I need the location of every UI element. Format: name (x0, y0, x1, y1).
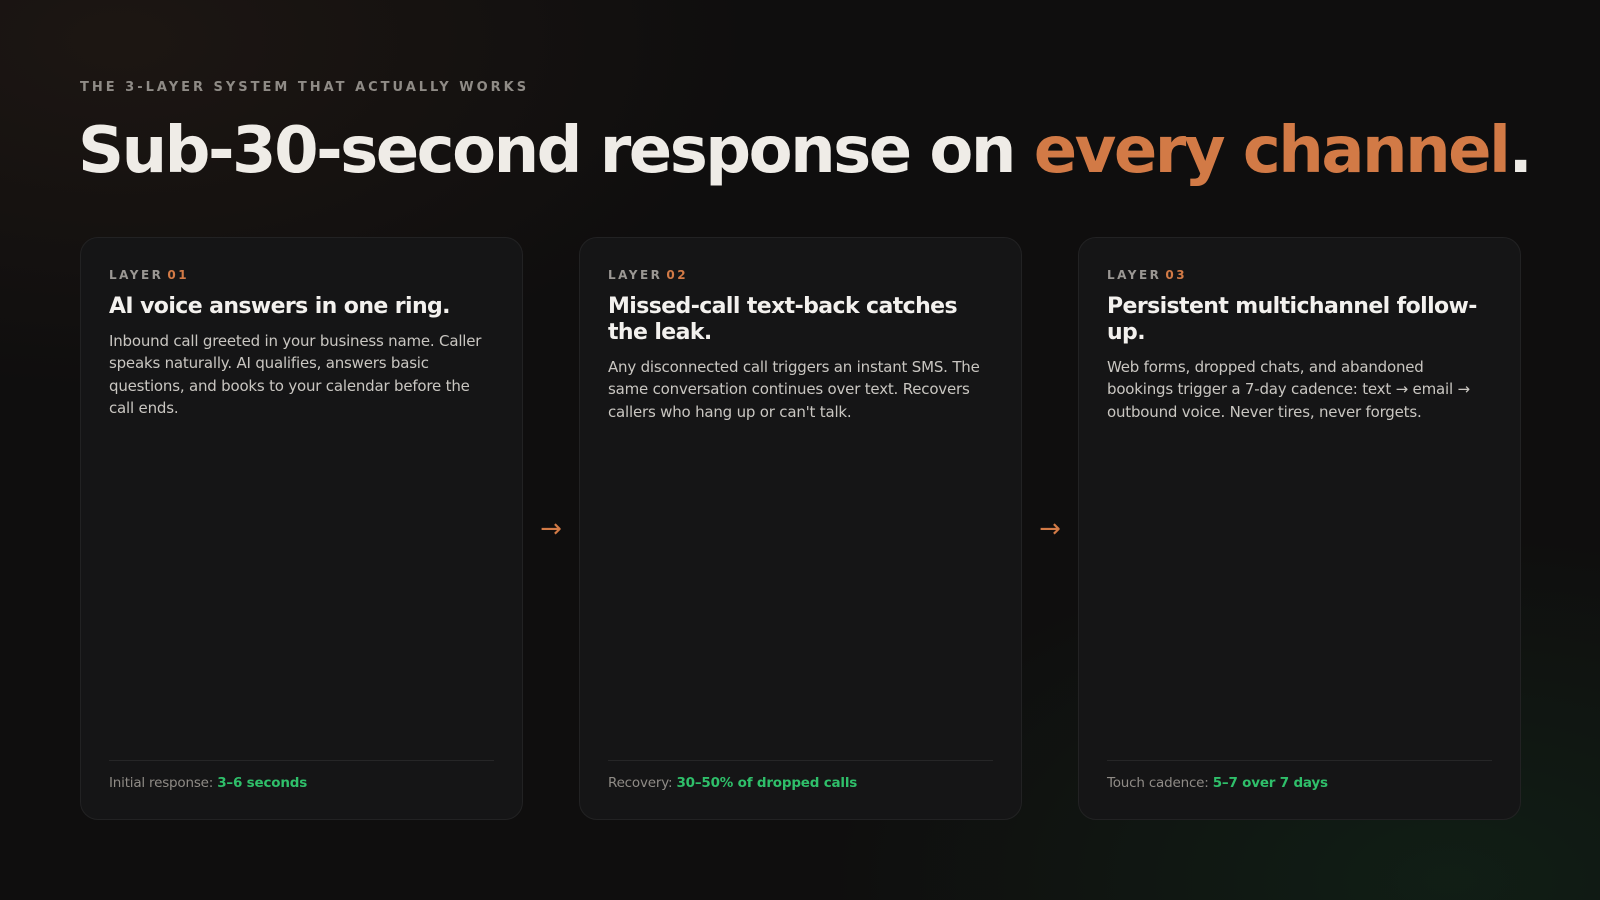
layer-label-text: LAYER (608, 268, 663, 282)
layer-card-2: LAYER 02 Missed-call text-back catches th… (579, 237, 1022, 820)
layer-card-3: LAYER 03 Persistent multichannel follow-u… (1078, 237, 1521, 820)
card-body: Any disconnected call triggers an instan… (608, 357, 980, 421)
card-body: Inbound call greeted in your business na… (109, 331, 482, 418)
card-title: Persistent multichannel follow-up. (1107, 294, 1477, 345)
card-footer: Recovery: 30–50% of dropped calls (608, 760, 993, 791)
card-title: AI voice answers in one ring. (109, 294, 451, 319)
layer-card-1: LAYER 01 AI voice answers in one ring. In… (80, 237, 523, 820)
footer-label: Initial response: (109, 775, 214, 791)
layer-number: 03 (1165, 268, 1188, 282)
card-title: Missed-call text-back catches the leak. (608, 294, 958, 345)
layer-label: LAYER 01 (109, 268, 494, 282)
layer-cards: LAYER 01 AI voice answers in one ring. In… (80, 237, 1521, 820)
layer-label: LAYER 02 (608, 268, 993, 282)
layer-number: 02 (666, 268, 689, 282)
footer-label: Recovery: (608, 775, 673, 791)
card-body: Web forms, dropped chats, and abandoned … (1107, 357, 1470, 421)
arrow-right-icon: → (1039, 513, 1061, 544)
card-footer: Initial response: 3–6 seconds (109, 760, 494, 791)
layer-label-text: LAYER (109, 268, 164, 282)
headline-end: . (1508, 114, 1532, 188)
footer-label: Touch cadence: (1107, 775, 1209, 791)
arrow-right-icon: → (540, 513, 562, 544)
eyebrow-label: THE 3-LAYER SYSTEM THAT ACTUALLY WORKS (80, 80, 530, 95)
layer-label-text: LAYER (1107, 268, 1162, 282)
footer-metric: 30–50% of dropped calls (676, 775, 858, 791)
footer-metric: 3–6 seconds (217, 775, 308, 791)
layer-number: 01 (167, 268, 190, 282)
page-title: Sub-30-second response on every channel. (78, 114, 1533, 188)
card-footer: Touch cadence: 5–7 over 7 days (1107, 760, 1492, 791)
headline-accent: every channel (1033, 114, 1511, 188)
layer-label: LAYER 03 (1107, 268, 1492, 282)
headline-main: Sub-30-second response on (78, 114, 1034, 188)
footer-metric: 5–7 over 7 days (1212, 775, 1328, 791)
